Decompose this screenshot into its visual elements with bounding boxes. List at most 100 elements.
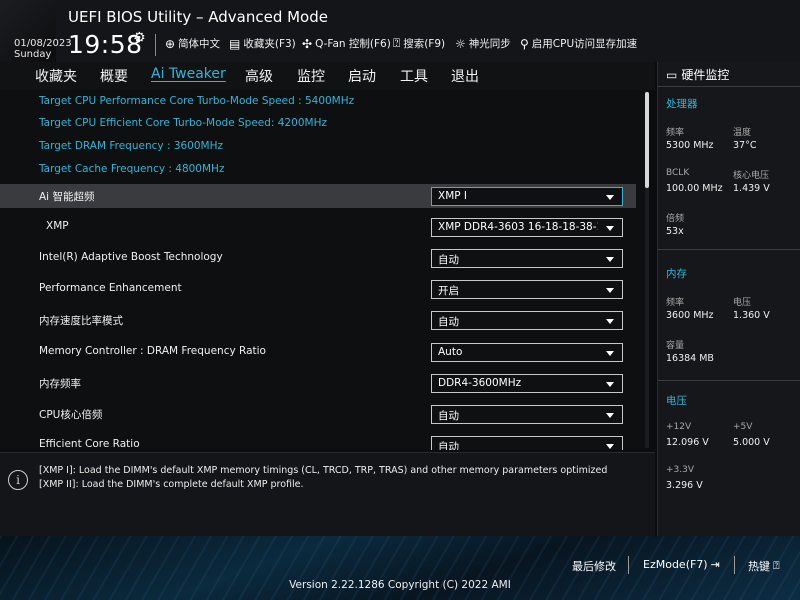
search-button[interactable]: ⍰ 搜索(F9)	[393, 36, 445, 51]
tab-exit[interactable]: 退出	[451, 66, 479, 86]
bookmark-icon: ▤	[229, 36, 241, 51]
last-modified-label: 最后修改	[572, 560, 616, 573]
setting-row-adaptive-boost[interactable]: Intel(R) Adaptive Boost Technology 自动	[0, 246, 636, 270]
favorites-button[interactable]: ▤ 收藏夹(F3)	[229, 36, 296, 51]
cpu-section-title: 处理器	[666, 98, 698, 110]
efficient-core-ratio-select[interactable]: 自动	[431, 436, 623, 450]
ezmode-label: EzMode(F7)	[643, 558, 708, 571]
vcore-value: 1.439 V	[733, 183, 770, 194]
monitor-screen-icon: ▭	[666, 67, 678, 82]
cpu-freq-value: 5300 MHz	[666, 140, 714, 151]
day-display: Sunday	[14, 49, 52, 60]
target-cache-frequency: Target Cache Frequency : 4800MHz	[39, 163, 225, 175]
language-label: 简体中文	[178, 38, 221, 50]
help-text-line-2: [XMP II]: Load the DIMM's complete defau…	[39, 479, 304, 490]
mem-capacity-label: 容量	[666, 341, 685, 351]
performance-enhancement-select[interactable]: 开启	[431, 280, 623, 299]
chevron-down-icon	[606, 288, 614, 293]
scrollbar-thumb[interactable]	[645, 92, 649, 188]
cpu-freq-label: 频率	[666, 128, 685, 138]
aura-sync-label: 神光同步	[468, 38, 511, 50]
select-value: 开启	[438, 285, 459, 297]
fan-icon: ✣	[302, 36, 313, 51]
date-display: 01/08/2023	[14, 38, 72, 49]
select-value: Auto	[438, 346, 463, 358]
xmp-select[interactable]: XMP DDR4-3603 16-18-18-38-1.35V	[431, 218, 623, 237]
settings-panel: Target CPU Performance Core Turbo-Mode S…	[0, 90, 648, 450]
chevron-down-icon	[606, 319, 614, 324]
select-value: XMP DDR4-3603 16-18-18-38-1.35V	[438, 221, 598, 233]
chevron-down-icon	[606, 351, 614, 356]
setting-row-cpu-core-ratio[interactable]: CPU核心倍频 自动	[0, 402, 636, 426]
language-button[interactable]: ⊕ 简体中文	[165, 36, 220, 51]
cpu-temp-value: 37°C	[733, 140, 757, 151]
setting-label: Performance Enhancement	[39, 282, 182, 294]
mem-capacity-value: 16384 MB	[666, 353, 714, 364]
exit-arrow-icon: ⇥	[710, 558, 720, 571]
chevron-down-icon	[606, 382, 614, 387]
setting-row-performance-enhancement[interactable]: Performance Enhancement 开启	[0, 277, 636, 301]
tab-favorites[interactable]: 收藏夹	[35, 66, 77, 86]
footer-divider	[628, 556, 629, 574]
tab-advanced[interactable]: 高级	[245, 66, 273, 86]
last-modified-button[interactable]: 最后修改	[572, 558, 616, 574]
tab-ai-tweaker[interactable]: Ai Tweaker	[151, 66, 226, 82]
target-dram-frequency: Target DRAM Frequency : 3600MHz	[39, 140, 224, 152]
ai-overclock-select[interactable]: XMP I	[431, 187, 623, 206]
hardware-monitor-panel: ▭ 硬件监控 处理器 频率 温度 5300 MHz 37°C BCLK 核心电压…	[657, 62, 800, 536]
globe-icon: ⊕	[165, 36, 176, 51]
header-divider	[155, 34, 156, 56]
resizable-bar-button[interactable]: ⚲ 启用CPU访问显存加速	[520, 36, 637, 51]
select-value: DDR4-3600MHz	[438, 377, 522, 389]
qfan-button[interactable]: ✣ Q-Fan 控制(F6)	[302, 36, 391, 51]
chevron-down-icon	[606, 444, 614, 449]
select-value: XMP I	[438, 190, 468, 202]
setting-label: CPU核心倍频	[39, 409, 103, 421]
ezmode-button[interactable]: EzMode(F7) ⇥	[643, 558, 720, 571]
setting-row-dram-frequency-ratio[interactable]: Memory Controller : DRAM Frequency Ratio…	[0, 340, 636, 364]
memory-frequency-select[interactable]: DDR4-3600MHz	[431, 374, 623, 393]
hotkeys-button[interactable]: 热键 ⍰	[748, 558, 780, 574]
mem-freq-label: 频率	[666, 298, 685, 308]
tab-tool[interactable]: 工具	[400, 66, 428, 86]
bclk-value: 100.00 MHz	[666, 183, 723, 194]
search-label: 搜索(F9)	[403, 38, 446, 50]
setting-row-ai-overclock[interactable]: Ai 智能超频 XMP I	[0, 184, 636, 208]
dram-frequency-ratio-select[interactable]: Auto	[431, 343, 623, 362]
settings-scrollbar[interactable]	[645, 92, 649, 448]
setting-row-xmp[interactable]: XMP XMP DDR4-3603 16-18-18-38-1.35V	[0, 215, 636, 239]
chevron-down-icon	[606, 413, 614, 418]
adaptive-boost-select[interactable]: 自动	[431, 249, 623, 268]
select-value: 自动	[438, 316, 459, 328]
app-title: UEFI BIOS Utility – Advanced Mode	[68, 8, 328, 26]
cpu-core-ratio-select[interactable]: 自动	[431, 405, 623, 424]
cpu-temp-label: 温度	[733, 128, 752, 138]
setting-label: 内存频率	[39, 378, 81, 390]
v5-label: +5V	[733, 422, 753, 432]
setting-row-efficient-core-ratio[interactable]: Efficient Core Ratio 自动	[0, 433, 636, 450]
tab-monitor[interactable]: 监控	[297, 66, 325, 86]
v33-value: 3.296 V	[666, 480, 703, 491]
tab-boot[interactable]: 启动	[348, 66, 376, 86]
help-description-panel: i [XMP I]: Load the DIMM's default XMP m…	[0, 452, 655, 536]
chevron-down-icon	[606, 195, 614, 200]
tab-main[interactable]: 概要	[100, 66, 128, 86]
target-pcore-speed: Target CPU Performance Core Turbo-Mode S…	[39, 95, 355, 107]
mem-volt-label: 电压	[733, 298, 752, 308]
clock-settings-icon[interactable]: ⚙	[133, 30, 146, 46]
select-value: 自动	[438, 254, 459, 266]
chevron-down-icon	[606, 226, 614, 231]
aura-icon: ☼	[455, 36, 466, 51]
target-ecore-speed: Target CPU Efficient Core Turbo-Mode Spe…	[39, 117, 327, 129]
qfan-label: Q-Fan 控制(F6)	[315, 38, 391, 50]
mem-volt-value: 1.360 V	[733, 310, 770, 321]
v5-value: 5.000 V	[733, 437, 770, 448]
setting-row-memory-ratio-mode[interactable]: 内存速度比率模式 自动	[0, 308, 636, 332]
select-value: 自动	[438, 441, 459, 450]
aura-sync-button[interactable]: ☼ 神光同步	[455, 36, 511, 51]
memory-ratio-mode-select[interactable]: 自动	[431, 311, 623, 330]
main-menu-tabs: 收藏夹 概要 Ai Tweaker 高级 监控 启动 工具 退出	[0, 62, 655, 90]
footer-bar: 最后修改 EzMode(F7) ⇥ 热键 ⍰ Version 2.22.1286…	[0, 536, 800, 600]
setting-row-memory-frequency[interactable]: 内存频率 DDR4-3600MHz	[0, 371, 636, 395]
voltage-section-title: 电压	[666, 395, 687, 407]
